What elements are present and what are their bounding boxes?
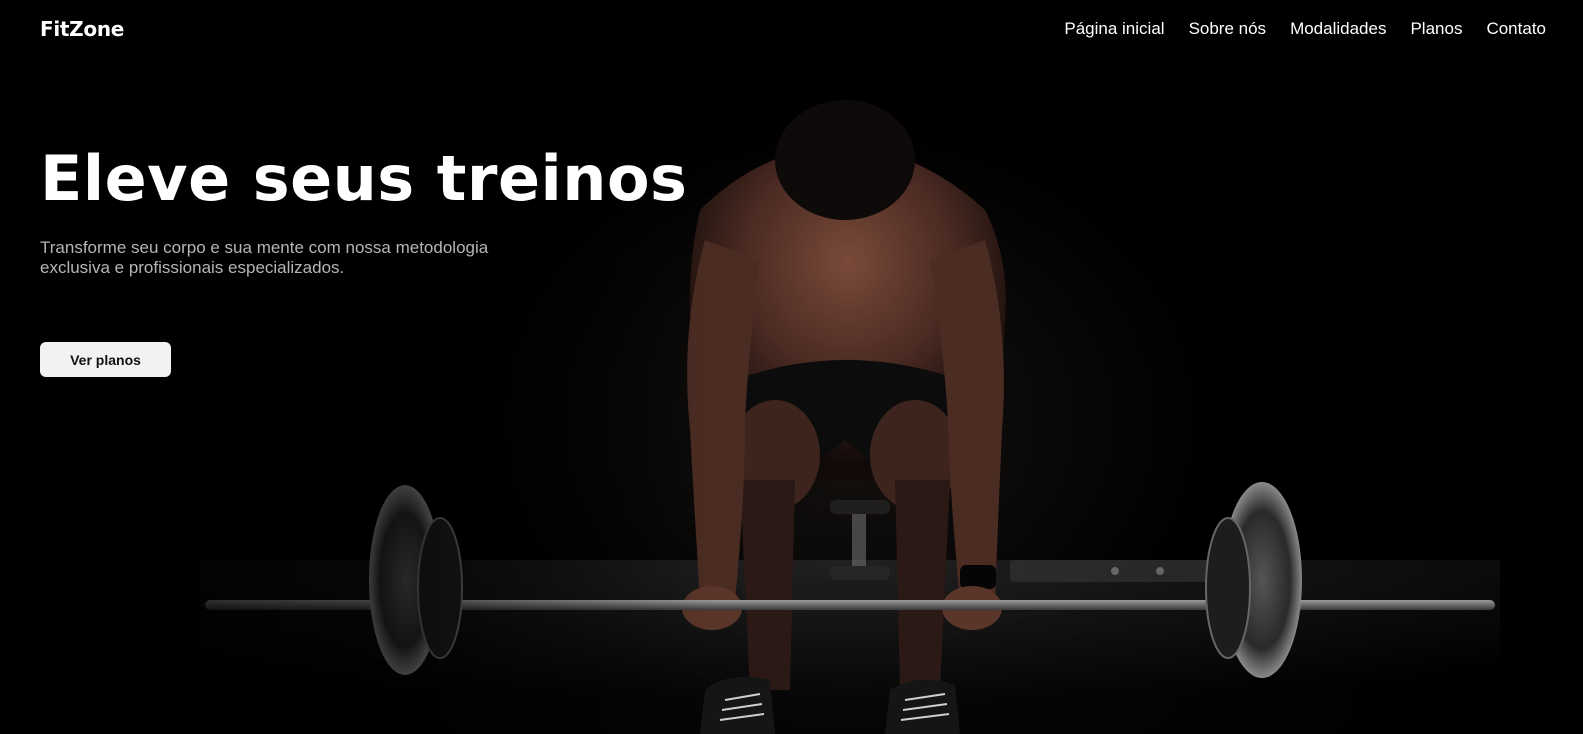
nav-item-sobre-nos: Sobre nós xyxy=(1189,19,1267,39)
main-nav: Página inicial Sobre nós Modalidades Pla… xyxy=(1064,19,1546,39)
nav-item-planos: Planos xyxy=(1410,19,1462,39)
hero-title: Eleve seus treinos xyxy=(40,142,688,215)
nav-item-modalidades: Modalidades xyxy=(1290,19,1386,39)
nav-link-pagina-inicial[interactable]: Página inicial xyxy=(1064,19,1164,38)
nav-link-sobre-nos[interactable]: Sobre nós xyxy=(1189,19,1267,38)
hero-subtitle: Transforme seu corpo e sua mente com nos… xyxy=(40,238,489,278)
nav-link-contato[interactable]: Contato xyxy=(1486,19,1546,38)
nav-list: Página inicial Sobre nós Modalidades Pla… xyxy=(1064,19,1546,39)
nav-link-modalidades[interactable]: Modalidades xyxy=(1290,19,1386,38)
hero-background-image xyxy=(0,0,1583,734)
nav-item-pagina-inicial: Página inicial xyxy=(1064,19,1164,39)
view-plans-button[interactable]: Ver planos xyxy=(40,342,171,377)
brand-logo[interactable]: FitZone xyxy=(40,17,124,41)
top-navbar: FitZone Página inicial Sobre nós Modalid… xyxy=(0,0,1583,58)
hero-section: Eleve seus treinos Transforme seu corpo … xyxy=(40,142,688,278)
athlete-deadlift-illustration xyxy=(200,100,1500,734)
nav-link-planos[interactable]: Planos xyxy=(1410,19,1462,38)
nav-item-contato: Contato xyxy=(1486,19,1546,39)
